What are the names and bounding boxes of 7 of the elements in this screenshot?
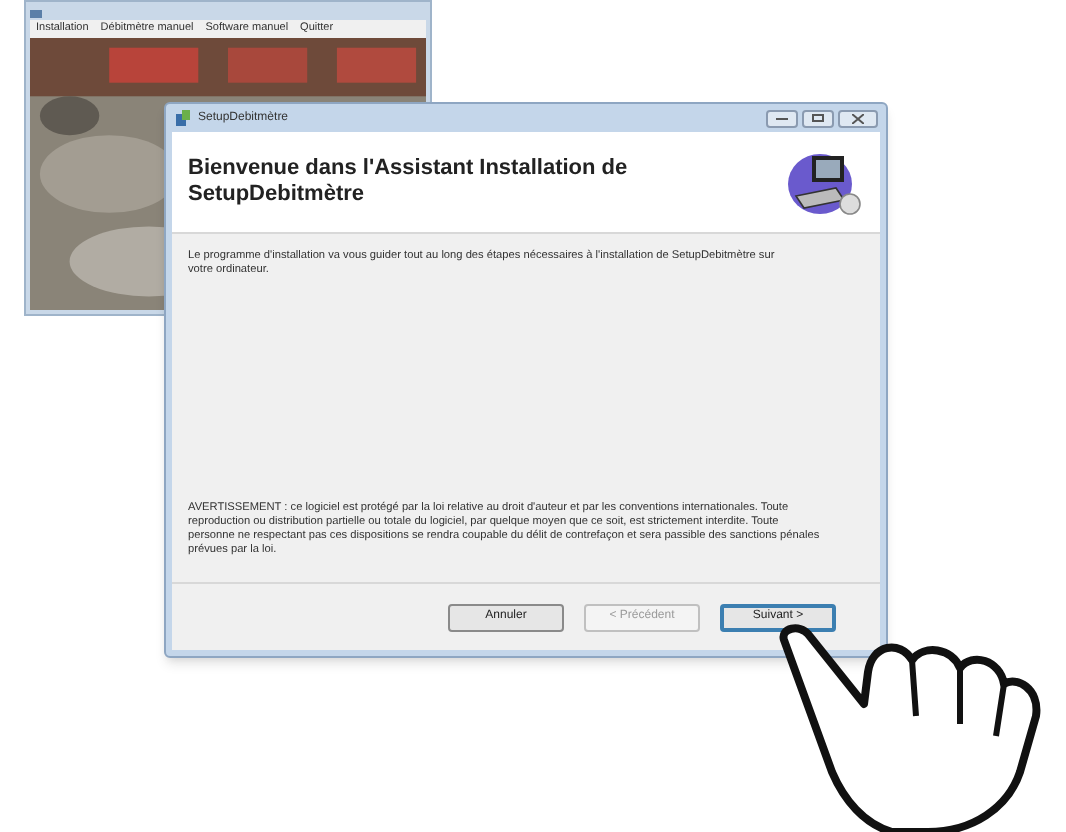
app-icon	[30, 9, 42, 17]
installer-icon	[174, 109, 192, 127]
minimize-button[interactable]	[766, 109, 798, 127]
close-icon	[852, 113, 864, 123]
close-button[interactable]	[838, 109, 878, 127]
header-title: Bienvenue dans l'Assistant Installation de SetupDebitmètre	[188, 156, 630, 208]
maximize-button[interactable]	[802, 109, 834, 127]
